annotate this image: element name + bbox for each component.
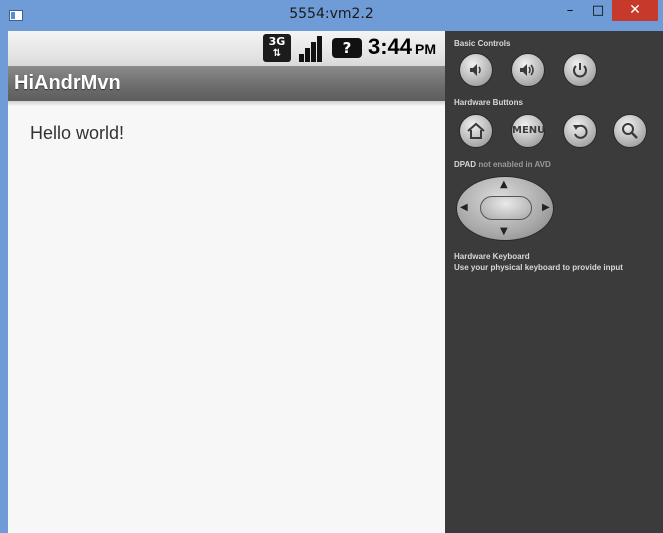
dpad[interactable]: ▲ ▼ ◀ ▶	[456, 176, 554, 241]
dpad-up-icon[interactable]: ▲	[500, 179, 508, 190]
home-icon	[467, 122, 485, 139]
dpad-label: DPAD not enabled in AVD	[454, 160, 551, 169]
menu-button[interactable]: MENU	[511, 114, 545, 148]
dpad-title: DPAD	[454, 160, 477, 169]
hardware-buttons-label: Hardware Buttons	[454, 98, 523, 107]
volume-up-icon	[520, 64, 534, 76]
action-bar: HiAndrMvn	[8, 66, 445, 101]
dpad-right-icon[interactable]: ▶	[542, 202, 550, 213]
volume-down-icon	[470, 64, 481, 76]
status-bar: 3G ⇅ ? 3:44 PM	[8, 31, 445, 66]
clock-ampm: PM	[415, 41, 437, 57]
home-button[interactable]	[459, 114, 493, 148]
window-titlebar: 5554:vm2.2 – □ ✕	[0, 0, 663, 31]
dpad-left-icon[interactable]: ◀	[460, 202, 468, 213]
volume-up-button[interactable]	[511, 53, 545, 87]
app-title: HiAndrMvn	[14, 72, 121, 94]
hardware-keyboard-label: Hardware Keyboard	[454, 252, 530, 261]
battery-unknown-icon: ?	[332, 38, 362, 58]
dpad-note: not enabled in AVD	[478, 160, 551, 169]
hello-text: Hello world!	[30, 123, 125, 143]
dpad-center-button[interactable]	[480, 196, 532, 220]
close-button[interactable]: ✕	[612, 0, 658, 21]
controls-panel: Basic Controls Hardware Buttons MENU DPA…	[445, 31, 663, 533]
basic-controls-label: Basic Controls	[454, 39, 511, 48]
signal-strength-icon	[297, 34, 325, 62]
device-screen[interactable]: 3G ⇅ ? 3:44 PM HiAndrMvn Hello world!	[8, 31, 445, 533]
data-arrows-icon: ⇅	[272, 48, 282, 59]
search-button[interactable]	[613, 114, 647, 148]
power-icon	[573, 63, 587, 78]
clock-time: 3:44	[368, 34, 413, 59]
dpad-down-icon[interactable]: ▼	[500, 226, 508, 237]
power-button[interactable]	[563, 53, 597, 87]
action-bar-shadow	[8, 101, 445, 106]
network-3g-icon: 3G ⇅	[263, 34, 291, 62]
hardware-keyboard-note: Use your physical keyboard to provide in…	[454, 263, 623, 272]
back-button[interactable]	[563, 114, 597, 148]
back-icon	[573, 124, 588, 139]
search-icon	[622, 123, 638, 139]
maximize-button[interactable]: □	[584, 0, 612, 21]
network-type-label: 3G	[268, 35, 286, 48]
status-clock: 3:44 PM	[368, 34, 436, 60]
volume-down-button[interactable]	[459, 53, 493, 87]
minimize-button[interactable]: –	[556, 0, 584, 21]
